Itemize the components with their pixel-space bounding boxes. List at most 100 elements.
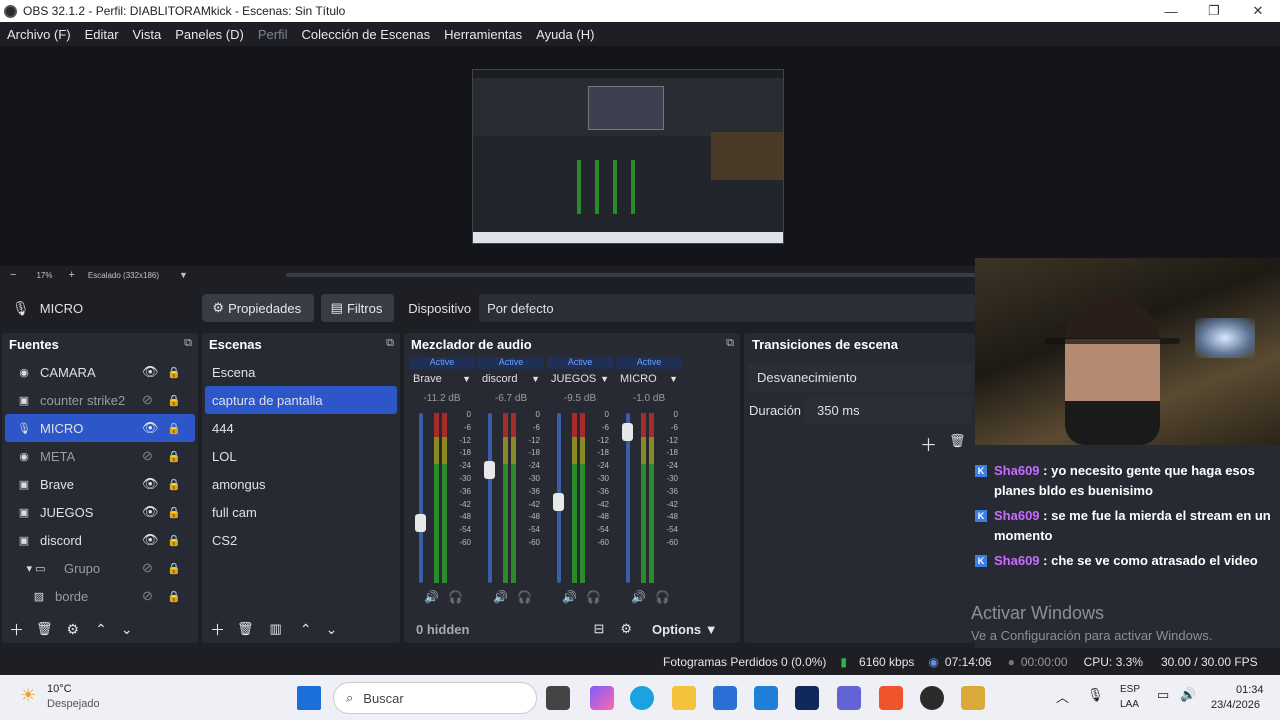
- lock-icon[interactable]: 🔒: [167, 590, 181, 603]
- scene-item[interactable]: CS2: [205, 526, 397, 554]
- source-item[interactable]: ◉ CAMARA 👁 🔒: [5, 358, 195, 386]
- volume-knob[interactable]: [415, 514, 426, 532]
- chevron-down-icon[interactable]: ▼: [669, 374, 678, 384]
- volume-slider[interactable]: [488, 413, 492, 583]
- eye-icon[interactable]: 👁: [142, 476, 159, 492]
- close-button[interactable]: ✕: [1236, 0, 1280, 22]
- lock-icon[interactable]: 🔒: [167, 478, 181, 491]
- zoom-out-button[interactable]: −: [10, 269, 16, 281]
- move-up-icon[interactable]: ⌃: [300, 621, 312, 638]
- trash-icon[interactable]: 🗑: [949, 433, 966, 449]
- volume-knob[interactable]: [484, 461, 495, 479]
- brave-icon[interactable]: [879, 686, 903, 710]
- zoom-dropdown-icon[interactable]: ▼: [179, 270, 188, 280]
- eye-off-icon[interactable]: ⊘: [142, 392, 153, 408]
- lock-icon[interactable]: 🔒: [167, 366, 181, 379]
- trash-icon[interactable]: 🗑: [36, 621, 53, 637]
- menu-herramientas[interactable]: Herramientas: [437, 27, 529, 42]
- filter-icon[interactable]: ▥: [270, 621, 282, 637]
- scene-item[interactable]: captura de pantalla: [205, 386, 397, 414]
- file-explorer-icon[interactable]: [546, 686, 570, 710]
- move-down-icon[interactable]: ⌄: [326, 621, 338, 638]
- mixer-settings-icon[interactable]: ⚙: [620, 621, 632, 637]
- add-transition-icon[interactable]: ＋: [920, 431, 937, 456]
- menu-perfil[interactable]: Perfil: [251, 27, 295, 42]
- folder-icon[interactable]: [672, 686, 696, 710]
- language-code[interactable]: ESP: [1120, 684, 1140, 695]
- eye-icon[interactable]: 👁: [142, 504, 159, 520]
- lock-icon[interactable]: 🔒: [167, 394, 181, 407]
- lock-icon[interactable]: 🔒: [167, 534, 181, 547]
- edge-icon[interactable]: [630, 686, 654, 710]
- popout-icon[interactable]: ⧉: [184, 337, 192, 350]
- eye-off-icon[interactable]: ⊘: [142, 448, 153, 464]
- menu-editar[interactable]: Editar: [78, 27, 126, 42]
- channel-name[interactable]: JUEGOS ▼: [547, 369, 613, 389]
- scene-item[interactable]: full cam: [205, 498, 397, 526]
- speaker-icon[interactable]: 🔊: [562, 590, 577, 604]
- app-icon[interactable]: [961, 686, 985, 710]
- device-select[interactable]: Por defecto: [479, 294, 975, 322]
- network-icon[interactable]: ▭: [1157, 687, 1169, 703]
- options-button[interactable]: Options ▼: [652, 622, 718, 637]
- scene-item[interactable]: Escena: [205, 358, 397, 386]
- channel-name[interactable]: MICRO ▼: [616, 369, 682, 389]
- microphone-icon[interactable]: 🎙: [1087, 687, 1104, 703]
- duration-input[interactable]: 350 ms: [804, 397, 972, 423]
- speaker-icon[interactable]: 🔊: [424, 590, 439, 604]
- headphones-icon[interactable]: 🎧: [517, 590, 532, 604]
- lock-icon[interactable]: 🔒: [167, 422, 181, 435]
- scene-item[interactable]: 444: [205, 414, 397, 442]
- headphones-icon[interactable]: 🎧: [586, 590, 601, 604]
- preview-scrollbar[interactable]: [286, 273, 976, 277]
- teams-icon[interactable]: [837, 686, 861, 710]
- trash-icon[interactable]: 🗑: [237, 621, 254, 637]
- obs-taskbar-icon[interactable]: [920, 686, 944, 710]
- source-item[interactable]: ▣ JUEGOS 👁 🔒: [5, 498, 195, 526]
- lock-icon[interactable]: 🔒: [167, 562, 181, 575]
- move-up-icon[interactable]: ⌃: [95, 621, 107, 638]
- add-scene-icon[interactable]: ＋: [210, 619, 225, 640]
- popout-icon[interactable]: ⧉: [386, 337, 394, 350]
- speaker-icon[interactable]: 🔊: [493, 590, 508, 604]
- popout-icon[interactable]: ⧉: [726, 337, 734, 350]
- headphones-icon[interactable]: 🎧: [655, 590, 670, 604]
- language-layout[interactable]: LAA: [1120, 699, 1139, 710]
- lock-icon[interactable]: 🔒: [167, 506, 181, 519]
- volume-icon[interactable]: 🔊: [1180, 687, 1196, 703]
- minimize-button[interactable]: —: [1149, 0, 1193, 22]
- windows-start-icon[interactable]: [297, 686, 321, 710]
- source-item[interactable]: ▣ counter strike2 ⊘ 🔒: [5, 386, 195, 414]
- layout-icon[interactable]: ⊟: [593, 621, 604, 637]
- chevron-down-icon[interactable]: ▼: [600, 374, 609, 384]
- channel-name[interactable]: Brave ▼: [409, 369, 475, 389]
- menu-vista[interactable]: Vista: [126, 27, 169, 42]
- maximize-button[interactable]: ❐: [1192, 0, 1236, 22]
- copilot-icon[interactable]: [590, 686, 614, 710]
- source-item[interactable]: ◉ META ⊘ 🔒: [5, 442, 195, 470]
- source-item[interactable]: 🎙 MICRO 👁 🔒: [5, 414, 195, 442]
- menu-coleccion[interactable]: Colección de Escenas: [294, 27, 437, 42]
- filters-button[interactable]: ▤ Filtros: [320, 294, 395, 322]
- zoom-in-button[interactable]: +: [68, 269, 74, 281]
- volume-knob[interactable]: [622, 423, 633, 441]
- move-down-icon[interactable]: ⌄: [121, 621, 133, 638]
- outlook-icon[interactable]: [754, 686, 778, 710]
- photoshop-icon[interactable]: [795, 686, 819, 710]
- volume-slider[interactable]: [419, 413, 423, 583]
- source-item[interactable]: ▣ Brave 👁 🔒: [5, 470, 195, 498]
- source-item[interactable]: ▣ discord 👁 🔒: [5, 526, 195, 554]
- eye-off-icon[interactable]: ⊘: [142, 588, 153, 604]
- eye-off-icon[interactable]: ⊘: [142, 560, 153, 576]
- headphones-icon[interactable]: 🎧: [448, 590, 463, 604]
- eye-icon[interactable]: 👁: [142, 420, 159, 436]
- menu-paneles[interactable]: Paneles (D): [168, 27, 251, 42]
- properties-button[interactable]: ⚙ Propiedades: [202, 294, 314, 322]
- chevron-down-icon[interactable]: ▼: [531, 374, 540, 384]
- lock-icon[interactable]: 🔒: [167, 450, 181, 463]
- scene-item[interactable]: amongus: [205, 470, 397, 498]
- menu-archivo[interactable]: Archivo (F): [0, 27, 78, 42]
- source-item[interactable]: ▨ borde ⊘ 🔒: [5, 582, 195, 610]
- chevron-down-icon[interactable]: ▼: [462, 374, 471, 384]
- gear-icon[interactable]: ⚙: [67, 621, 80, 638]
